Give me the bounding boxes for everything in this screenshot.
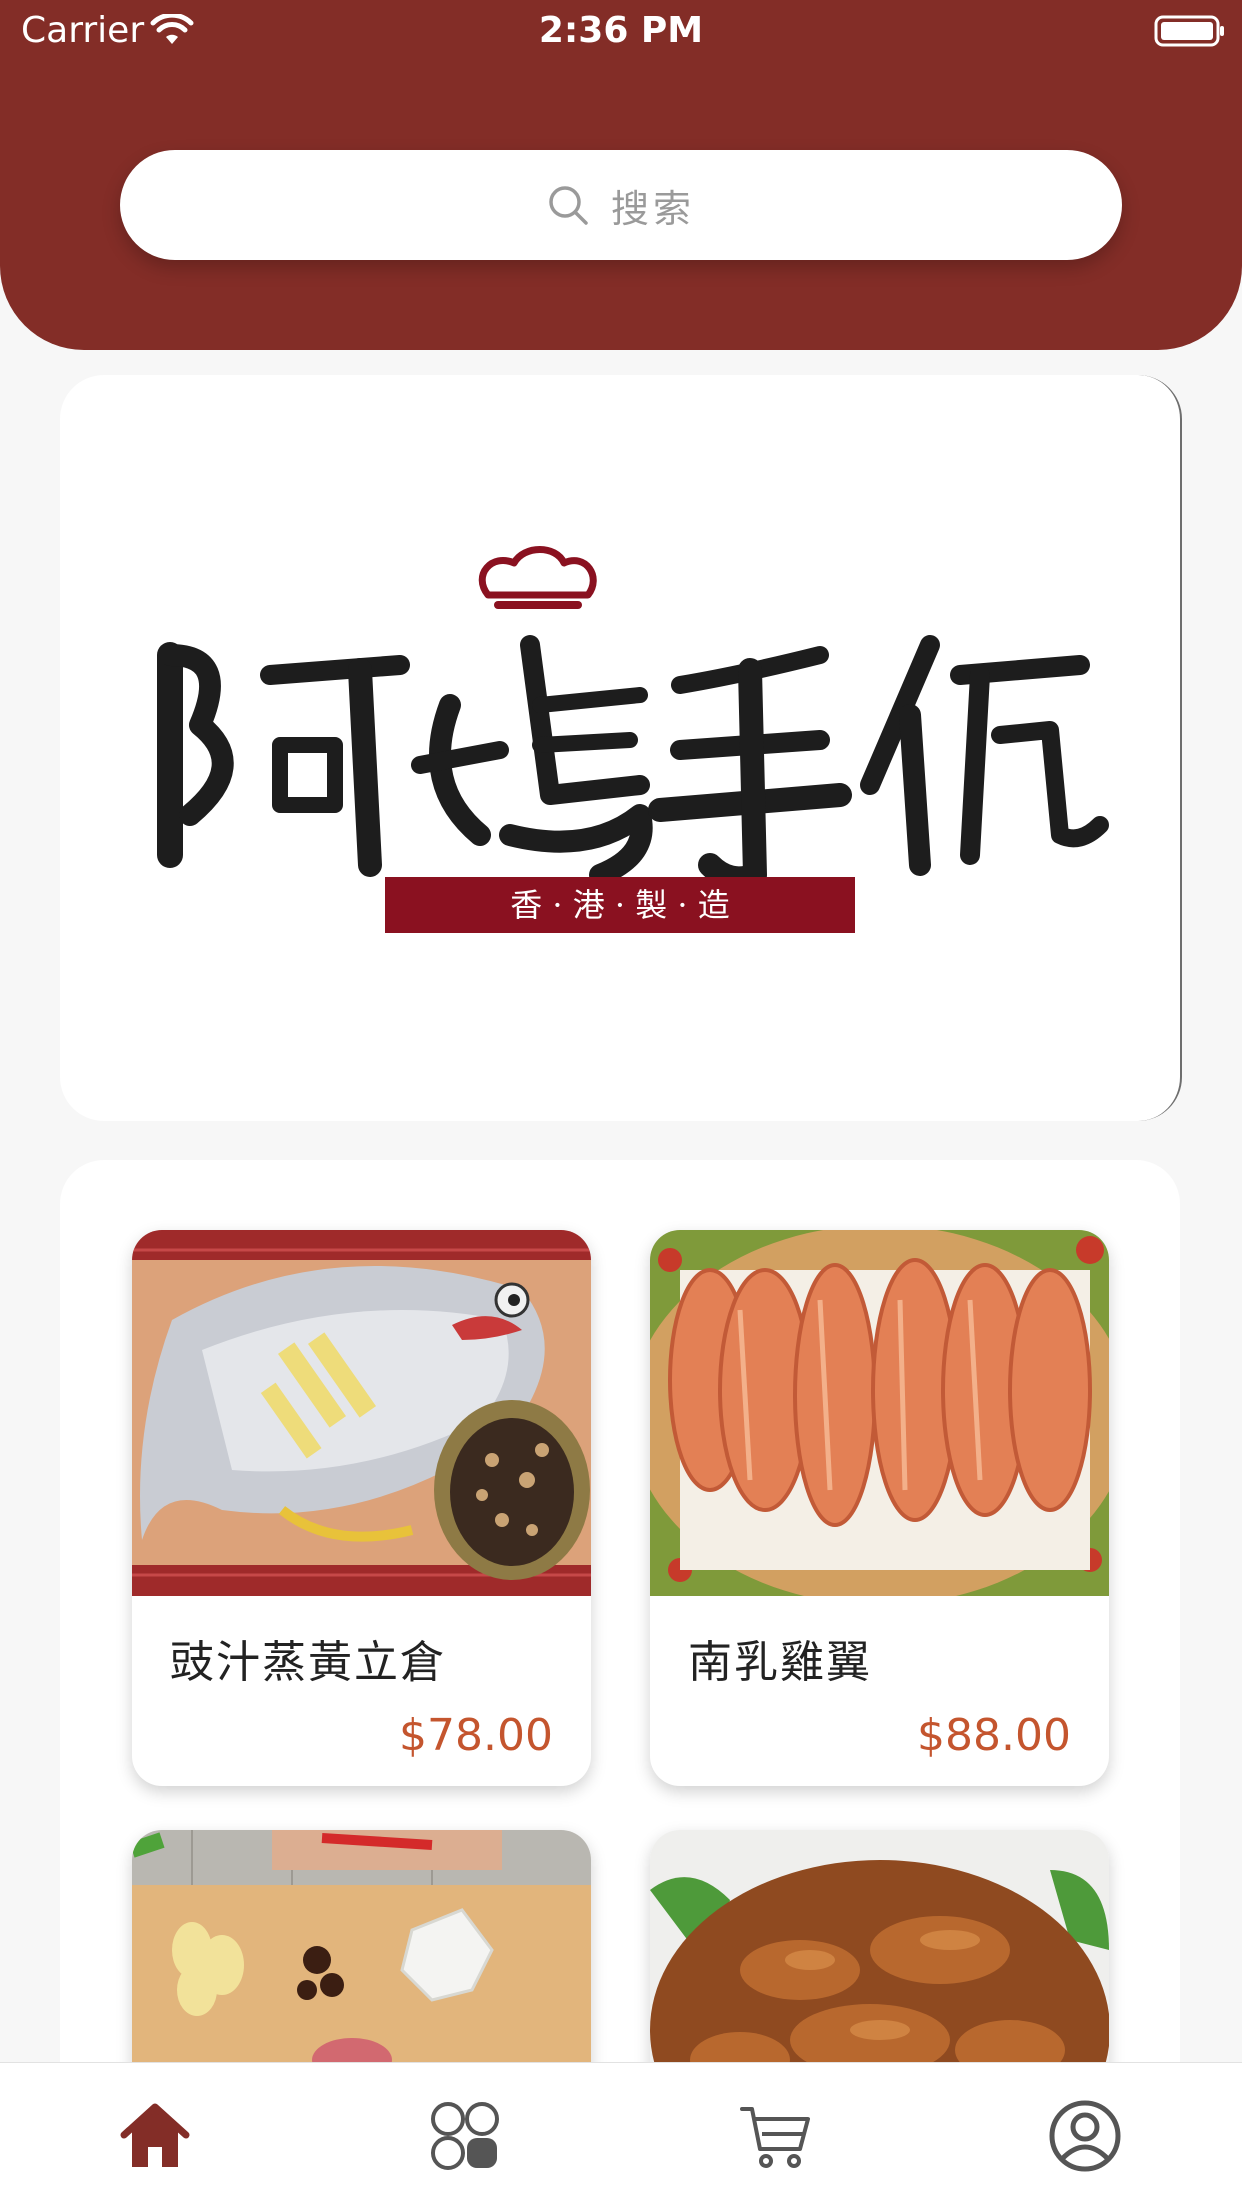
chef-hat-icon	[478, 546, 597, 609]
home-icon	[120, 2103, 190, 2167]
brand-logo: 香 · 港 · 製 · 造	[157, 546, 1109, 933]
product-card[interactable]: 豉汁蒸黃立倉 $78.00	[132, 1230, 591, 1786]
categories-icon	[431, 2102, 499, 2170]
product-name: 南乳雞翼	[688, 1637, 872, 1688]
battery-icon	[1154, 15, 1224, 47]
tab-categories[interactable]	[310, 2063, 620, 2209]
tab-cart[interactable]	[620, 2063, 930, 2209]
tab-bar	[0, 2062, 1242, 2209]
product-image	[650, 1230, 1109, 1596]
search-icon	[549, 186, 588, 225]
cart-icon	[740, 2107, 810, 2168]
tab-home[interactable]	[0, 2063, 310, 2209]
header: Carrier 2:36 PM 搜索	[0, 0, 1242, 350]
product-card[interactable]: 南乳雞翼 $88.00	[650, 1230, 1109, 1786]
product-grid: 豉汁蒸黃立倉 $78.00 南乳雞翼 $88.00	[60, 1160, 1180, 2130]
status-time: 2:36 PM	[538, 10, 704, 51]
brand-banner[interactable]: 香 · 港 · 製 · 造	[60, 375, 1182, 1121]
search-bar[interactable]: 搜索	[120, 150, 1122, 260]
search-input[interactable]: 搜索	[611, 178, 695, 233]
product-image	[132, 1230, 591, 1596]
status-bar: Carrier 2:36 PM	[0, 0, 1242, 66]
product-name: 豉汁蒸黃立倉	[170, 1637, 446, 1688]
product-price: $78.00	[399, 1710, 553, 1761]
product-price: $88.00	[917, 1710, 1071, 1761]
brand-tagline: 香 · 港 · 製 · 造	[510, 886, 730, 924]
profile-icon	[1049, 2100, 1121, 2172]
tab-profile[interactable]	[930, 2063, 1240, 2209]
